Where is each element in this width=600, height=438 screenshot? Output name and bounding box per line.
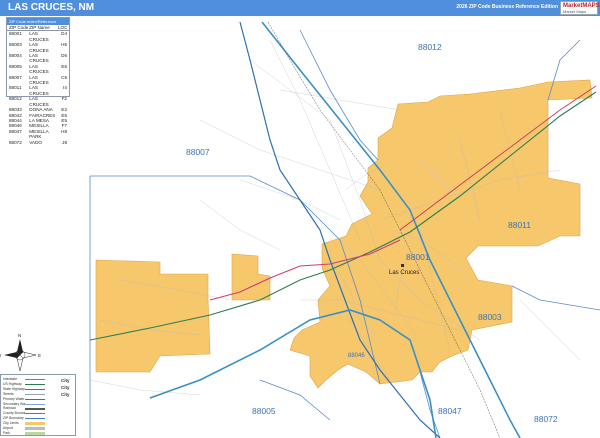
col-zip-name: ZIP Name [29, 25, 50, 30]
table-row: 88012 LAS CRUCES F2 [7, 96, 69, 107]
brand-subtitle: Market Maps [563, 9, 587, 14]
cell-zip: 88072 [9, 139, 22, 145]
zip-label: 88001 [406, 252, 430, 262]
table-row: 88011 LAS CRUCES I4 [7, 85, 69, 96]
cell-name: LAS CRUCES [29, 53, 49, 64]
cell-zip: 88005 [9, 63, 22, 69]
legend-city-sample: City [61, 385, 70, 390]
table-row: 88007 LAS CRUCES C5 [7, 75, 69, 86]
cell-zip: 88012 [9, 96, 22, 102]
table-row: 88004 LAS CRUCES D6 [7, 53, 69, 64]
legend-city-sample: City [61, 392, 70, 397]
cell-loc: D6 [61, 53, 67, 59]
cell-loc: I4 [63, 85, 67, 91]
cell-name: MESILLA PARK [29, 128, 49, 140]
cell-name: LAS CRUCES [29, 74, 49, 86]
zip-label: 88072 [534, 414, 558, 424]
table-row: 88047 MESILLA PARK H8 [7, 129, 69, 140]
edition-label: 2026 ZIP Code Business Reference Edition [456, 4, 558, 10]
zip-label: 88007 [186, 147, 210, 157]
legend-swatch [25, 431, 45, 435]
legend-swatch [25, 422, 45, 426]
cell-loc: C5 [61, 74, 67, 80]
cell-loc: H8 [61, 128, 67, 134]
legend-city-sample: City [61, 378, 70, 383]
compass-rose: N S E W [0, 333, 41, 378]
zip-label: 88005 [252, 406, 276, 416]
cell-zip: 88003 [9, 42, 22, 48]
table-row: 88003 LAS CRUCES H6 [7, 42, 69, 53]
cell-loc: D4 [61, 31, 67, 37]
zip-label: 88046 [348, 353, 365, 359]
cell-loc: F2 [61, 96, 67, 102]
cell-loc: J8 [62, 139, 67, 145]
cell-name: LAS CRUCES [29, 96, 49, 107]
compass-w: W [0, 353, 2, 358]
legend-swatch [25, 418, 45, 420]
brand-logo: MarketMAPS Market Maps [560, 1, 600, 15]
cell-name: LAS CRUCES [29, 85, 49, 96]
cell-zip: 88001 [9, 31, 22, 37]
city-limits-west [95, 259, 211, 373]
col-zip-code: ZIP Code [9, 25, 29, 30]
cell-name: LAS CRUCES [29, 63, 49, 75]
map-poster: LAS CRUCES, NM 2026 ZIP Code Business Re… [0, 0, 600, 438]
legend-swatch [25, 383, 45, 386]
cell-name: LAS CRUCES [29, 42, 49, 53]
map-legend: Interstate US Highway State Highway Streets… [0, 374, 76, 436]
compass-e: E [38, 353, 41, 358]
legend-swatch [25, 408, 45, 410]
legend-swatch [25, 398, 45, 400]
table-row: 88072 VADO J8 [7, 140, 69, 145]
zip-label: 88011 [508, 220, 531, 230]
legend-swatch [25, 393, 45, 395]
col-loc: LOC [58, 25, 68, 30]
zip-table-title: ZIP Code Index/Reference Locator [7, 18, 69, 29]
legend-item-label: Park [3, 430, 10, 435]
cell-zip: 88007 [9, 74, 22, 80]
map-title: LAS CRUCES, NM [8, 2, 95, 13]
cell-zip: 88011 [9, 85, 22, 91]
title-bar: LAS CRUCES, NM 2026 ZIP Code Business Re… [0, 0, 600, 16]
table-row: 88001 LAS CRUCES D4 [7, 31, 69, 42]
compass-n: N [18, 333, 21, 338]
legend-swatch [25, 413, 45, 415]
zip-index-table: ZIP Code Index/Reference Locator ZIP Cod… [6, 17, 70, 145]
city-dot [401, 264, 404, 267]
city-label[interactable]: Las Cruces [389, 270, 419, 276]
legend-swatch [25, 388, 45, 390]
legend-swatch [25, 427, 45, 430]
cell-loc: E6 [61, 63, 67, 69]
cell-loc: H6 [61, 42, 67, 48]
map-canvas[interactable]: 88012 88007 88011 88001 88003 88046 8800… [0, 16, 600, 438]
table-row: 88005 LAS CRUCES E6 [7, 64, 69, 75]
legend-swatch [25, 379, 45, 381]
zip-label: 88012 [418, 42, 442, 52]
zip-label: 88047 [438, 406, 462, 416]
zip-label: 88003 [478, 312, 502, 322]
legend-swatch [25, 403, 45, 405]
cell-zip: 88004 [9, 53, 22, 59]
cell-zip: 88047 [9, 128, 22, 134]
legend-item: Park [3, 431, 75, 436]
cell-name: VADO [29, 139, 42, 145]
cell-name: LAS CRUCES [29, 31, 49, 42]
